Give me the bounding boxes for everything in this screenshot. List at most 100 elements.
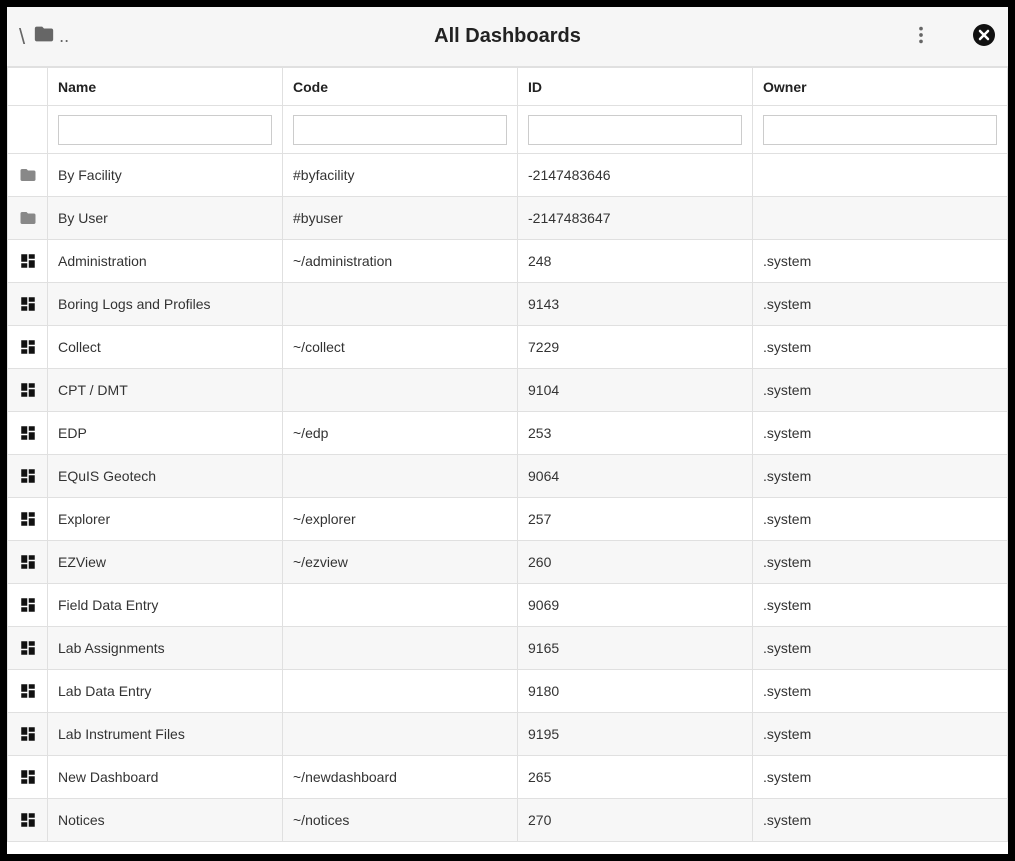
table-row[interactable]: Lab Instrument Files 9195.system — [8, 713, 1008, 756]
dashboard-icon — [8, 799, 47, 841]
cell-name: EQuIS Geotech — [48, 455, 283, 498]
folder-icon — [33, 23, 55, 51]
dashboard-icon — [8, 240, 47, 282]
dashboard-icon — [8, 584, 47, 626]
cell-name: Lab Instrument Files — [48, 713, 283, 756]
folder-icon — [8, 154, 47, 196]
table-scroll-area[interactable]: Name Code ID Owner By Facility#byfacilit — [7, 67, 1008, 854]
table-row[interactable]: Administration~/administration248.system — [8, 240, 1008, 283]
column-header-id[interactable]: ID — [518, 68, 753, 106]
breadcrumb-up[interactable]: \ .. — [19, 23, 69, 51]
close-button[interactable] — [972, 23, 996, 50]
filter-input-name[interactable] — [58, 115, 272, 145]
cell-name: Collect — [48, 326, 283, 369]
cell-owner: .system — [753, 326, 1008, 369]
table-row[interactable]: Lab Assignments9165.system — [8, 627, 1008, 670]
cell-id: 9143 — [518, 283, 753, 326]
column-header-icon[interactable] — [8, 68, 48, 106]
cell-id: 9104 — [518, 369, 753, 412]
row-icon-cell — [8, 541, 48, 584]
table-header-row: Name Code ID Owner — [8, 68, 1008, 106]
row-icon-cell — [8, 498, 48, 541]
table-row[interactable]: Notices~/notices270.system — [8, 799, 1008, 842]
cell-code — [283, 670, 518, 713]
folder-icon — [8, 197, 47, 239]
cell-id: 9195 — [518, 713, 753, 756]
cell-code: ~/notices — [283, 799, 518, 842]
cell-id: 260 — [518, 541, 753, 584]
cell-owner — [753, 154, 1008, 197]
cell-id: 7229 — [518, 326, 753, 369]
row-icon-cell — [8, 154, 48, 197]
cell-owner: .system — [753, 799, 1008, 842]
table-row[interactable]: EQuIS Geotech9064.system — [8, 455, 1008, 498]
dashboard-icon — [8, 283, 47, 325]
cell-code — [283, 584, 518, 627]
cell-name: Notices — [48, 799, 283, 842]
cell-name: By User — [48, 197, 283, 240]
breadcrumb-separator: \ — [19, 24, 25, 50]
cell-id: 270 — [518, 799, 753, 842]
column-header-name[interactable]: Name — [48, 68, 283, 106]
row-icon-cell — [8, 584, 48, 627]
cell-owner: .system — [753, 627, 1008, 670]
dashboard-icon — [8, 670, 47, 712]
breadcrumb-up-label: .. — [59, 26, 69, 47]
cell-code: ~/newdashboard — [283, 756, 518, 799]
cell-name: EZView — [48, 541, 283, 584]
cell-owner: .system — [753, 455, 1008, 498]
cell-code: ~/edp — [283, 412, 518, 455]
cell-code: ~/explorer — [283, 498, 518, 541]
table-row[interactable]: EZView~/ezview260.system — [8, 541, 1008, 584]
row-icon-cell — [8, 240, 48, 283]
cell-name: By Facility — [48, 154, 283, 197]
table-row[interactable]: Field Data Entry9069.system — [8, 584, 1008, 627]
cell-name: EDP — [48, 412, 283, 455]
cell-owner: .system — [753, 369, 1008, 412]
cell-owner: .system — [753, 756, 1008, 799]
cell-id: 248 — [518, 240, 753, 283]
dashboard-icon — [8, 326, 47, 368]
dashboard-icon — [8, 455, 47, 497]
cell-id: 9180 — [518, 670, 753, 713]
cell-owner: .system — [753, 541, 1008, 584]
cell-owner: .system — [753, 713, 1008, 756]
cell-name: Field Data Entry — [48, 584, 283, 627]
cell-code — [283, 713, 518, 756]
filter-input-id[interactable] — [528, 115, 742, 145]
cell-code: ~/collect — [283, 326, 518, 369]
cell-code — [283, 627, 518, 670]
cell-name: Administration — [48, 240, 283, 283]
table-row[interactable]: Explorer~/explorer257.system — [8, 498, 1008, 541]
column-header-owner[interactable]: Owner — [753, 68, 1008, 106]
table-row[interactable]: New Dashboard~/newdashboard265.system — [8, 756, 1008, 799]
cell-id: 257 — [518, 498, 753, 541]
filter-input-code[interactable] — [293, 115, 507, 145]
filter-input-owner[interactable] — [763, 115, 997, 145]
cell-owner — [753, 197, 1008, 240]
row-icon-cell — [8, 369, 48, 412]
table-row[interactable]: Lab Data Entry9180.system — [8, 670, 1008, 713]
filter-cell-icon — [8, 106, 48, 154]
cell-name: Lab Assignments — [48, 627, 283, 670]
cell-owner: .system — [753, 240, 1008, 283]
panel-header: \ .. All Dashboards — [7, 7, 1008, 67]
more-options-button[interactable] — [910, 24, 932, 49]
row-icon-cell — [8, 756, 48, 799]
cell-name: New Dashboard — [48, 756, 283, 799]
table-row[interactable]: CPT / DMT9104.system — [8, 369, 1008, 412]
table-row[interactable]: By User#byuser-2147483647 — [8, 197, 1008, 240]
dashboard-icon — [8, 412, 47, 454]
column-header-code[interactable]: Code — [283, 68, 518, 106]
table-row[interactable]: By Facility#byfacility-2147483646 — [8, 154, 1008, 197]
row-icon-cell — [8, 412, 48, 455]
cell-code: #byfacility — [283, 154, 518, 197]
panel-title: All Dashboards — [7, 25, 1008, 48]
dashboard-icon — [8, 498, 47, 540]
table-row[interactable]: Boring Logs and Profiles9143.system — [8, 283, 1008, 326]
table-row[interactable]: Collect~/collect7229.system — [8, 326, 1008, 369]
cell-code: ~/ezview — [283, 541, 518, 584]
dashboard-icon — [8, 713, 47, 755]
table-row[interactable]: EDP~/edp253.system — [8, 412, 1008, 455]
row-icon-cell — [8, 713, 48, 756]
